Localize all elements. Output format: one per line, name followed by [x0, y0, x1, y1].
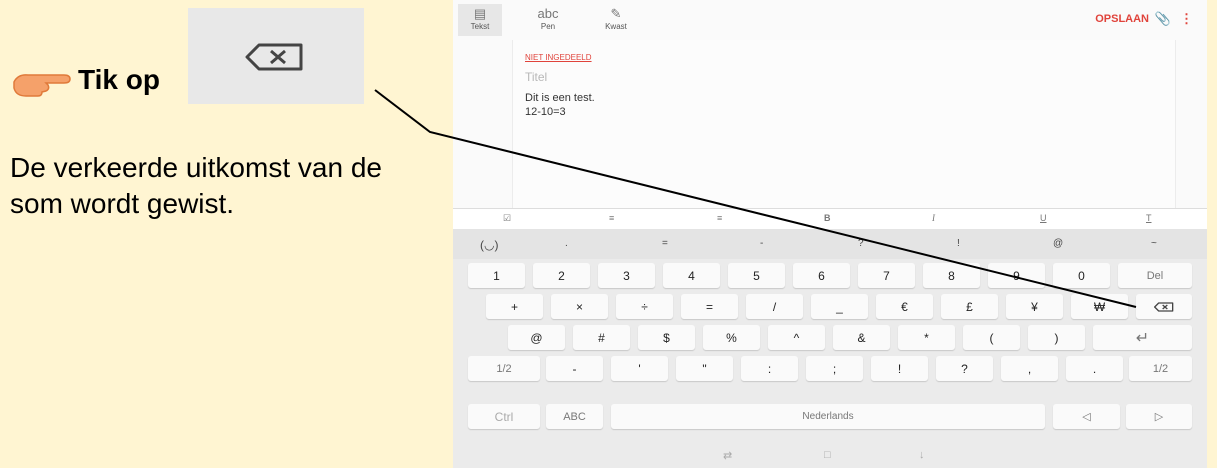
pen-mode-icon: abc	[537, 6, 559, 21]
divider-stripe-right	[1207, 0, 1217, 468]
backspace-icon	[1154, 301, 1174, 312]
recent-apps-icon[interactable]: ⇄	[723, 449, 732, 462]
category-link[interactable]: NIET INGEDEELD	[525, 53, 592, 62]
mode-label: Pen	[540, 22, 556, 31]
checkbox-format-icon[interactable]: ☑	[503, 213, 511, 224]
mode-tekst-button[interactable]: ▤ Tekst	[458, 4, 502, 36]
enter-key[interactable]: ↵	[1093, 325, 1192, 350]
mode-kwast-button[interactable]: ✎ Kwast	[594, 6, 638, 31]
key[interactable]: %	[703, 325, 760, 350]
key[interactable]: -	[546, 356, 603, 381]
key[interactable]: 2	[533, 263, 590, 288]
key[interactable]: '	[611, 356, 668, 381]
key[interactable]: .	[1066, 356, 1123, 381]
text-size-icon[interactable]: T	[1146, 213, 1152, 223]
key[interactable]: ;	[806, 356, 863, 381]
key[interactable]: :	[741, 356, 798, 381]
key[interactable]: €	[876, 294, 933, 319]
key[interactable]: !	[871, 356, 928, 381]
mode-label: Tekst	[470, 22, 490, 31]
paperclip-icon[interactable]: 📎	[1155, 11, 1171, 27]
mode-label: Kwast	[605, 22, 627, 31]
key[interactable]: ÷	[616, 294, 673, 319]
key[interactable]: 1	[468, 263, 525, 288]
emoji-toggle-icon[interactable]: (◡)	[480, 238, 498, 252]
key[interactable]: 6	[793, 263, 850, 288]
symbol-key[interactable]: ~	[1151, 238, 1157, 249]
abc-key[interactable]: ABC	[546, 404, 603, 429]
key[interactable]: *	[898, 325, 955, 350]
title-field[interactable]: Titel	[525, 70, 547, 84]
key[interactable]: (	[963, 325, 1020, 350]
tik-label: Tik op	[78, 64, 160, 95]
symbol-key[interactable]: =	[662, 238, 668, 249]
key[interactable]: £	[941, 294, 998, 319]
symbol-key[interactable]: .	[565, 238, 568, 249]
ctrl-key[interactable]: Ctrl	[468, 404, 540, 429]
delete-key[interactable]: Del	[1118, 263, 1192, 288]
symbol-key[interactable]: @	[1053, 238, 1063, 249]
italic-icon[interactable]: I	[932, 213, 935, 223]
key[interactable]: ,	[1001, 356, 1058, 381]
backspace-icon	[245, 43, 303, 71]
key[interactable]: ₩	[1071, 294, 1128, 319]
key[interactable]: _	[811, 294, 868, 319]
tablet-screen: ▤ Tekst abc Pen ✎ Kwast OPSLAAN 📎 ⋮ NIET…	[453, 0, 1207, 468]
divider-stripe	[443, 0, 453, 468]
symbol-key[interactable]: !	[957, 238, 960, 249]
bullet-list-icon[interactable]: ≡	[609, 213, 614, 223]
key[interactable]: 3	[598, 263, 655, 288]
note-line: 12-10=3	[525, 106, 566, 118]
note-editor[interactable]: NIET INGEDEELD Titel Dit is een test. 12…	[512, 40, 1176, 208]
backspace-key-illustration	[188, 8, 364, 104]
cursor-left-key[interactable]: ◁	[1053, 404, 1120, 429]
underline-icon[interactable]: U	[1040, 213, 1047, 223]
save-button[interactable]: OPSLAAN	[1095, 13, 1149, 25]
key[interactable]: 7	[858, 263, 915, 288]
mode-pen-button[interactable]: abc Pen	[526, 6, 570, 31]
key[interactable]: @	[508, 325, 565, 350]
key[interactable]: /	[746, 294, 803, 319]
spacebar-key[interactable]: Nederlands	[611, 404, 1045, 429]
key[interactable]: ^	[768, 325, 825, 350]
cursor-right-key[interactable]: ▷	[1126, 404, 1192, 429]
key[interactable]: 4	[663, 263, 720, 288]
home-icon[interactable]: □	[824, 449, 831, 461]
key[interactable]: ¥	[1006, 294, 1063, 319]
brush-mode-icon: ✎	[610, 6, 622, 21]
navigation-bar: ⇄ □ ↓	[453, 446, 1207, 468]
key[interactable]: 8	[923, 263, 980, 288]
key[interactable]: &	[833, 325, 890, 350]
bold-icon[interactable]: B	[824, 213, 831, 223]
page-key[interactable]: 1/2	[468, 356, 540, 381]
key[interactable]: )	[1028, 325, 1085, 350]
key[interactable]: $	[638, 325, 695, 350]
key[interactable]: 9	[988, 263, 1045, 288]
key[interactable]: "	[676, 356, 733, 381]
backspace-key[interactable]	[1136, 294, 1192, 319]
note-line: Dit is een test.	[525, 92, 595, 104]
key[interactable]: ×	[551, 294, 608, 319]
format-bar: ☑ ≡ ≡ B I U T	[453, 208, 1207, 230]
key[interactable]: 0	[1053, 263, 1110, 288]
more-vert-icon[interactable]: ⋮	[1180, 11, 1193, 27]
page-key[interactable]: 1/2	[1129, 356, 1192, 381]
key[interactable]: +	[486, 294, 543, 319]
key[interactable]: ?	[936, 356, 993, 381]
symbol-row: (◡) . = - ? ! @ ~	[453, 229, 1207, 259]
keyboard-mode-icon: ▤	[473, 6, 487, 21]
numbered-list-icon[interactable]: ≡	[717, 213, 722, 223]
key[interactable]: 5	[728, 263, 785, 288]
explanation-text: De verkeerde uitkomst van de som wordt g…	[10, 152, 382, 219]
keyboard: (◡) . = - ? ! @ ~ 1 2 3 4 5 6 7 8 9 0 De…	[453, 229, 1207, 446]
key[interactable]: =	[681, 294, 738, 319]
pointing-hand-icon	[13, 74, 71, 97]
symbol-key[interactable]: ?	[858, 238, 864, 249]
key[interactable]: #	[573, 325, 630, 350]
back-icon[interactable]: ↓	[919, 449, 925, 461]
note-toolbar: ▤ Tekst abc Pen ✎ Kwast OPSLAAN 📎 ⋮	[453, 0, 1207, 40]
symbol-key[interactable]: -	[760, 238, 763, 249]
